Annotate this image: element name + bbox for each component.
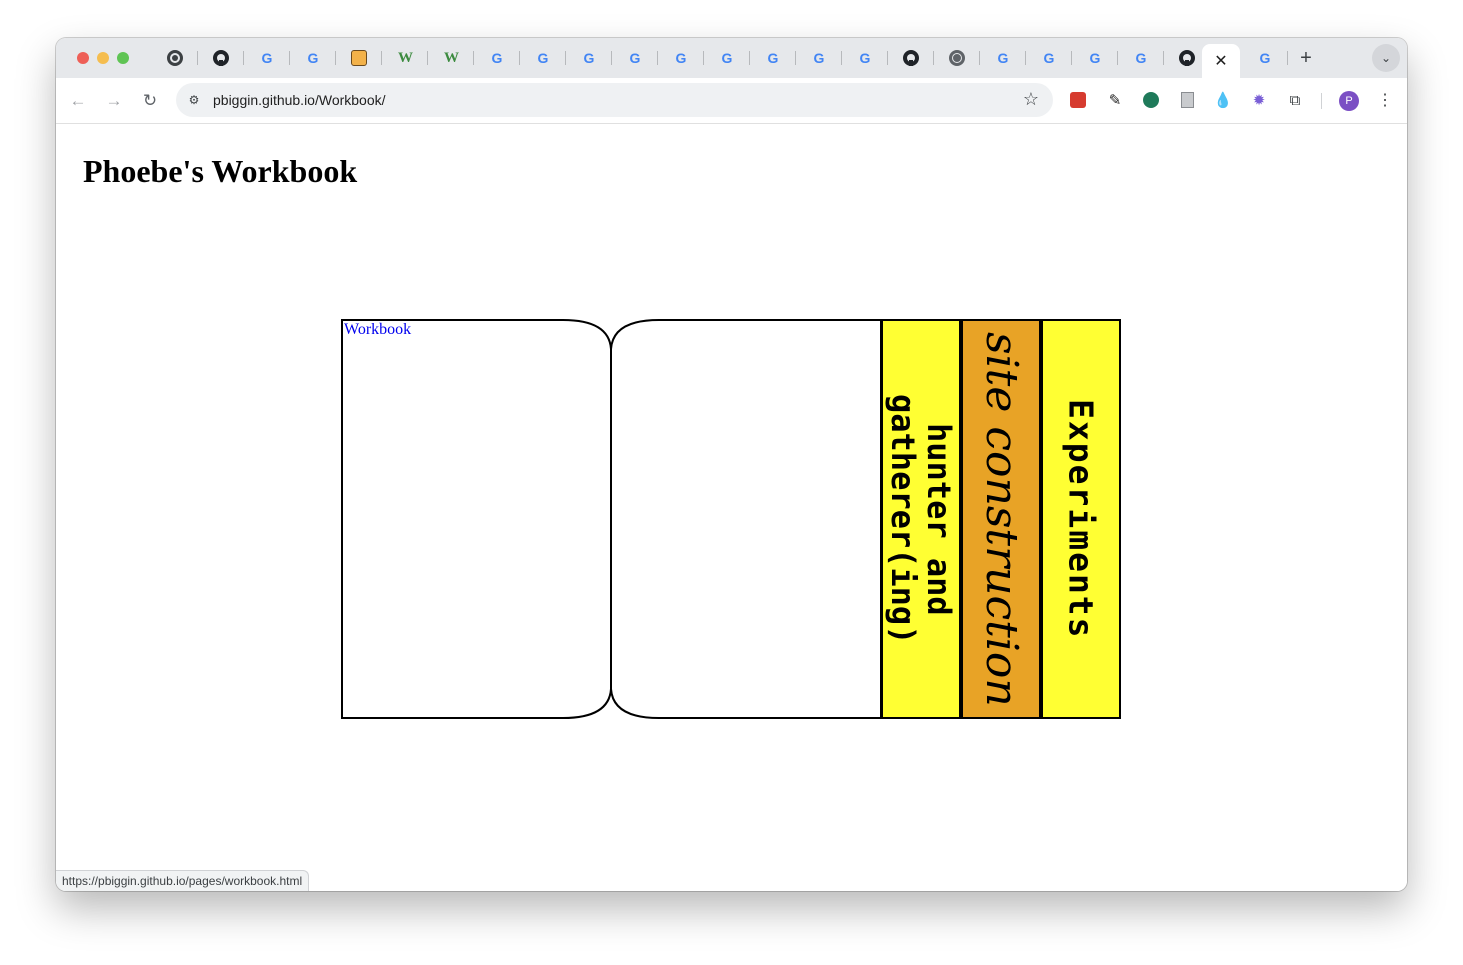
menu-kebab-icon[interactable]: ⋮ (1377, 90, 1393, 112)
browser-tab[interactable]: W (428, 38, 474, 78)
browser-tab[interactable]: G (704, 38, 750, 78)
close-tab-icon[interactable]: ✕ (1214, 51, 1227, 71)
browser-toolbar: ← → ↻ ⚙ pbiggin.github.io/Workbook/ ☆ ✎ … (56, 78, 1407, 124)
gear-extension-icon[interactable]: ✹ (1249, 90, 1269, 110)
browser-tab[interactable]: G (566, 38, 612, 78)
google-icon: G (1135, 50, 1147, 66)
browser-tab[interactable]: G (474, 38, 520, 78)
browser-tab[interactable]: G (842, 38, 888, 78)
forward-button[interactable]: → (102, 89, 126, 113)
github-icon (903, 50, 919, 66)
wiki-icon: W (444, 49, 459, 66)
github-icon (213, 50, 229, 66)
google-icon: G (813, 50, 825, 66)
new-tab-button[interactable]: + (1294, 46, 1318, 70)
active-tab[interactable]: ✕ (1202, 44, 1240, 78)
browser-tab[interactable] (888, 38, 934, 78)
todoist-extension-icon[interactable] (1068, 90, 1088, 110)
google-icon: G (307, 50, 319, 66)
bookmark-star-icon[interactable]: ☆ (1023, 89, 1039, 110)
browser-tab[interactable]: G (290, 38, 336, 78)
tab-search-button[interactable]: ⌄ (1372, 44, 1400, 72)
site-info-icon[interactable]: ⚙ (186, 92, 202, 108)
browser-tab[interactable] (198, 38, 244, 78)
chrome-icon (167, 50, 183, 66)
profile-avatar[interactable]: P (1339, 91, 1359, 111)
grammarly-extension-icon[interactable] (1141, 90, 1161, 110)
google-icon: G (675, 50, 687, 66)
tab-after-active[interactable]: G (1242, 38, 1288, 78)
browser-tab[interactable]: G (1072, 38, 1118, 78)
google-icon: G (583, 50, 595, 66)
open-book-illustration (341, 319, 882, 719)
close-window-button[interactable] (77, 52, 89, 64)
link-status-bar: https://pbiggin.github.io/pages/workbook… (56, 870, 310, 891)
globe-icon (949, 50, 965, 66)
browser-tab[interactable]: G (1118, 38, 1164, 78)
google-icon: G (629, 50, 641, 66)
google-icon: G (859, 50, 871, 66)
browser-tab[interactable]: G (1026, 38, 1072, 78)
browser-tab[interactable] (934, 38, 980, 78)
page-title: Phoebe's Workbook (83, 153, 358, 189)
back-button[interactable]: ← (66, 89, 90, 113)
page-content: Phoebe's Workbook Workbook hunter and ga… (56, 125, 1407, 891)
google-icon: G (491, 50, 503, 66)
google-icon: G (997, 50, 1009, 66)
browser-tab[interactable] (336, 38, 382, 78)
google-icon: G (767, 50, 779, 66)
book-left-page (341, 319, 612, 719)
google-icon: G (721, 50, 733, 66)
reload-button[interactable]: ↻ (138, 89, 162, 113)
minimize-window-button[interactable] (97, 52, 109, 64)
browser-tab[interactable]: G (980, 38, 1026, 78)
spine-label: hunter and gatherer(ing) (884, 393, 958, 645)
spine-hunter-gatherer[interactable]: hunter and gatherer(ing) (881, 319, 961, 719)
google-icon: G (1259, 50, 1271, 66)
tab-strip: G G W W G G G G G G G G G G G G G ✕ G + ⌄ (56, 38, 1407, 78)
address-bar[interactable]: ⚙ pbiggin.github.io/Workbook/ ☆ (176, 83, 1053, 117)
spine-label: Experiments (1061, 398, 1101, 640)
browser-tab[interactable]: G (750, 38, 796, 78)
browser-tab[interactable]: G (520, 38, 566, 78)
open-book-outline (341, 319, 882, 719)
puzzle-extensions-icon[interactable]: ⧉ (1285, 90, 1305, 110)
tab-list: GGWWGGGGGGGGGGGGG (152, 38, 1210, 78)
google-icon: G (537, 50, 549, 66)
browser-tab[interactable]: G (796, 38, 842, 78)
image-icon (351, 50, 367, 66)
spine-label: site construction (976, 331, 1027, 707)
address-url[interactable]: pbiggin.github.io/Workbook/ (213, 92, 386, 108)
toolbar-divider (1321, 93, 1322, 109)
google-icon: G (1089, 50, 1101, 66)
browser-tab[interactable]: G (244, 38, 290, 78)
browser-tab[interactable] (152, 38, 198, 78)
browser-tab[interactable]: W (382, 38, 428, 78)
spine-site-construction[interactable]: site construction (961, 319, 1041, 719)
eyedropper-extension-icon[interactable]: ✎ (1105, 90, 1125, 110)
google-icon: G (1043, 50, 1055, 66)
browser-tab[interactable]: G (612, 38, 658, 78)
document-extension-icon[interactable] (1177, 90, 1197, 110)
workbook-link[interactable]: Workbook (344, 321, 411, 339)
zoom-window-button[interactable] (117, 52, 129, 64)
wiki-icon: W (398, 49, 413, 66)
spine-experiments[interactable]: Experiments (1041, 319, 1121, 719)
google-icon: G (261, 50, 273, 66)
browser-tab[interactable]: G (658, 38, 704, 78)
browser-window: G G W W G G G G G G G G G G G G G ✕ G + ⌄ ← → ↻ ⚙ pbiggi… (56, 38, 1407, 891)
github-icon (1179, 50, 1195, 66)
book-right-page (610, 319, 882, 719)
drop-extension-icon[interactable]: 💧 (1213, 90, 1233, 110)
